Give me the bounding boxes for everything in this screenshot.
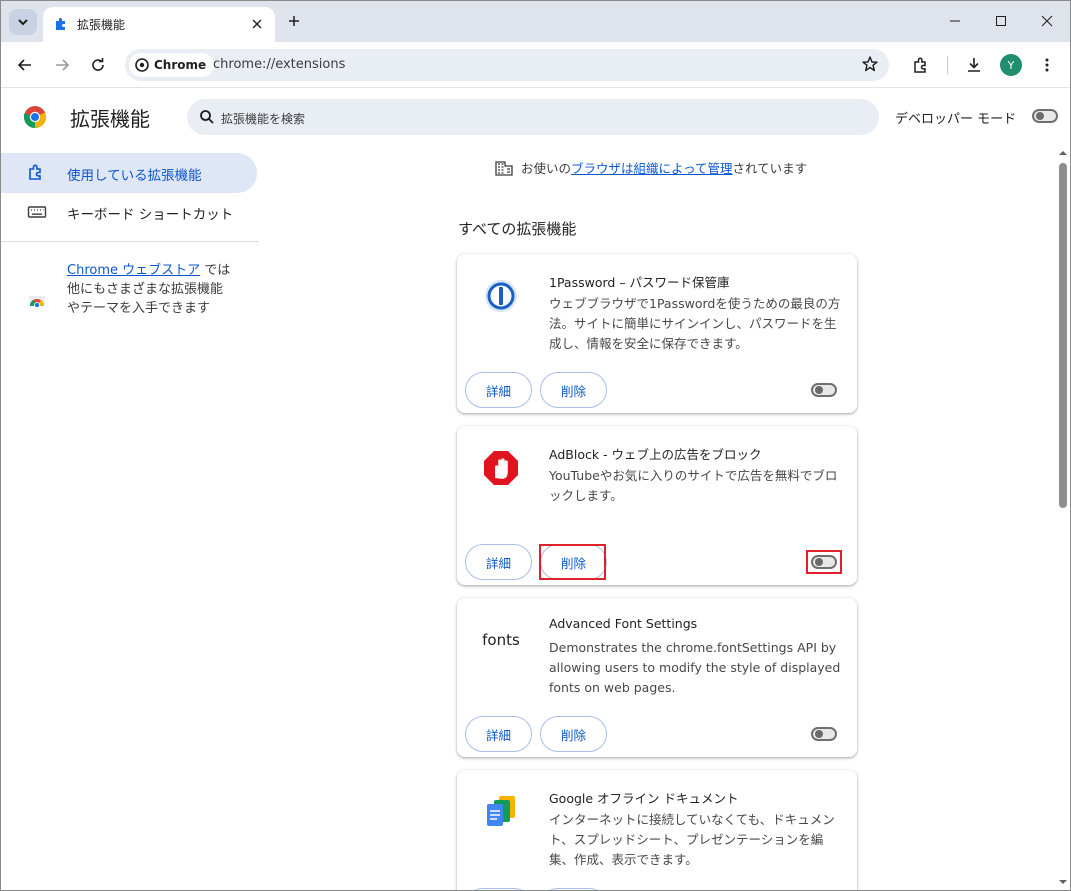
keyboard-icon — [27, 206, 47, 218]
active-tab[interactable]: 拡張機能 — [43, 7, 275, 42]
puzzle-icon — [56, 18, 65, 30]
reload-button[interactable] — [84, 51, 112, 79]
downloads-button[interactable] — [960, 51, 988, 79]
developer-mode-toggle[interactable] — [1032, 109, 1058, 123]
url-text[interactable]: chrome://extensions — [213, 57, 345, 72]
extension-description: YouTubeやお気に入りのサイトで広告を無料でブロックします。 — [549, 468, 838, 503]
highlight-box-toggle — [806, 550, 842, 574]
extension-description: ウェブブラウザで1Passwordを使うための最良の方法。サイトに簡単にサインイ… — [549, 296, 841, 351]
extensions-button[interactable] — [907, 51, 935, 79]
forward-arrow-icon — [56, 59, 70, 71]
plus-icon — [289, 16, 299, 26]
maximize-icon — [996, 16, 1006, 26]
minimize-button[interactable] — [941, 9, 969, 33]
enable-toggle[interactable] — [811, 383, 837, 397]
tab-search-button[interactable] — [9, 9, 37, 35]
back-arrow-icon — [17, 59, 31, 71]
extension-name: Google オフライン ドキュメント — [549, 791, 739, 806]
bookmark-star-icon[interactable] — [861, 55, 879, 73]
menu-button[interactable] — [1033, 51, 1061, 79]
developer-mode-label: デベロッパー モード — [895, 112, 1017, 127]
chrome-web-store-icon — [29, 296, 45, 307]
1password-icon — [485, 280, 517, 312]
close-tab-icon[interactable] — [247, 14, 267, 34]
sidebar-item-label: 使用している拡張機能 — [67, 168, 202, 184]
scrollbar-thumb[interactable] — [1059, 163, 1067, 508]
scroll-down-arrow-icon[interactable] — [1059, 878, 1067, 886]
forward-button[interactable] — [48, 51, 76, 79]
minimize-icon — [950, 20, 960, 22]
new-tab-button[interactable] — [283, 10, 305, 32]
puzzle-icon — [29, 164, 41, 180]
page-title: 拡張機能 — [70, 107, 150, 131]
managed-prefix: お使いの — [521, 161, 572, 176]
remove-button[interactable]: 削除 — [540, 716, 607, 752]
chevron-down-icon — [18, 19, 28, 26]
puzzle-icon — [914, 57, 926, 73]
extension-name: AdBlock - ウェブ上の広告をブロック — [549, 447, 762, 462]
site-info-chip[interactable]: Chrome — [129, 53, 215, 77]
sidebar-divider — [1, 241, 259, 242]
tab-strip: 拡張機能 — [1, 1, 1070, 42]
managed-policy-link[interactable]: ブラウザは組織によって管理 — [571, 161, 733, 176]
search-icon — [200, 110, 214, 124]
extension-card-adblock: AdBlock - ウェブ上の広告をブロック YouTubeやお気に入りのサイト… — [457, 426, 857, 585]
managed-suffix: されています — [732, 161, 808, 176]
site-chip-label: Chrome — [154, 58, 207, 72]
details-button[interactable]: 詳細 — [465, 544, 532, 580]
highlight-box-remove — [539, 544, 606, 580]
maximize-button[interactable] — [987, 9, 1015, 33]
sidebar-item-label: キーボード ショートカット — [67, 207, 234, 223]
extension-card-1password: 1Password – パスワード保管庫 ウェブブラウザで1Passwordを使… — [457, 254, 857, 413]
profile-avatar[interactable]: Y — [1000, 54, 1022, 76]
address-bar[interactable]: Chrome chrome://extensions — [125, 49, 889, 81]
enable-toggle[interactable] — [811, 727, 837, 741]
details-button[interactable]: 詳細 — [465, 716, 532, 752]
browser-toolbar: Chrome chrome://extensions Y — [1, 42, 1070, 88]
download-icon — [968, 58, 980, 72]
extension-name: Advanced Font Settings — [549, 616, 698, 631]
tab-title: 拡張機能 — [77, 18, 126, 32]
close-icon — [1041, 15, 1053, 27]
managed-by-org-notice: お使いのブラウザは組織によって管理されています — [495, 158, 807, 177]
google-docs-offline-icon — [487, 796, 515, 826]
web-store-link[interactable]: Chrome ウェブストア — [67, 263, 200, 278]
web-store-promo: Chrome ウェブストア では他にもさまざまな拡張機能やテーマを入手できます — [67, 261, 233, 318]
extension-card-advanced-font-settings: fonts Advanced Font Settings Demonstrate… — [457, 598, 857, 757]
extension-name: 1Password – パスワード保管庫 — [549, 275, 730, 290]
reload-icon — [92, 58, 104, 71]
search-placeholder: 拡張機能を検索 — [221, 112, 306, 126]
extension-description: Demonstrates the chrome.fontSettings API… — [549, 640, 841, 695]
extension-description: インターネットに接続していなくても、ドキュメント、スプレッドシート、プレゼンテー… — [549, 812, 835, 867]
building-icon — [495, 160, 513, 176]
adblock-icon — [484, 451, 518, 485]
more-vert-icon — [1045, 58, 1049, 72]
details-button[interactable]: 詳細 — [465, 372, 532, 408]
sidebar-item-my-extensions[interactable]: 使用している拡張機能 — [1, 153, 257, 193]
remove-button[interactable]: 削除 — [540, 372, 607, 408]
scroll-up-arrow-icon[interactable] — [1059, 149, 1067, 157]
chrome-icon — [135, 58, 149, 72]
extension-card-google-docs-offline: Google オフライン ドキュメント インターネットに接続していなくても、ドキ… — [457, 770, 857, 890]
close-window-button[interactable] — [1033, 9, 1061, 33]
fonts-icon: fonts — [482, 631, 520, 649]
toolbar-separator — [947, 56, 948, 74]
back-button[interactable] — [11, 51, 39, 79]
sidebar-item-keyboard-shortcuts[interactable]: キーボード ショートカット — [1, 192, 257, 232]
section-title: すべての拡張機能 — [458, 220, 577, 238]
browser-window: 拡張機能 Chrome chrome://extensions Y 拡張機能 拡… — [0, 0, 1071, 891]
chrome-logo-icon — [23, 106, 46, 128]
extensions-header: 拡張機能 拡張機能を検索 デベロッパー モード — [1, 89, 1070, 145]
search-input[interactable]: 拡張機能を検索 — [187, 99, 879, 135]
